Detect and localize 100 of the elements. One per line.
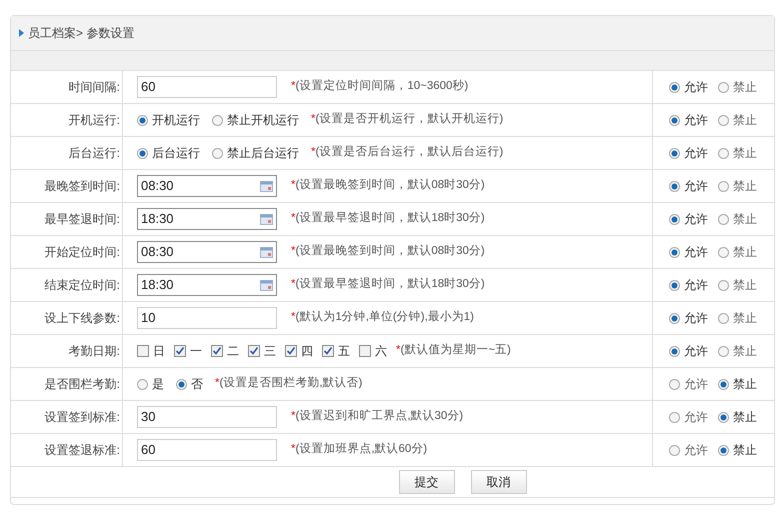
- calendar-icon[interactable]: [260, 214, 273, 224]
- field-label: 开始定位时间:: [44, 244, 120, 261]
- radio-button[interactable]: [212, 114, 223, 126]
- field-label: 结束定位时间:: [44, 277, 120, 294]
- input-field[interactable]: 10: [137, 307, 277, 329]
- radio-button[interactable]: [669, 280, 680, 290]
- radio-button[interactable]: [669, 312, 680, 324]
- radio-button[interactable]: [137, 114, 148, 126]
- radio-button[interactable]: [718, 346, 729, 356]
- option-label: 允许: [684, 376, 708, 393]
- hint-text: *(设置迟到和旷工界点,默认30分): [291, 408, 464, 424]
- radio-button[interactable]: [718, 378, 729, 390]
- radio-button[interactable]: [137, 148, 148, 158]
- hint-text: *(设置是否围栏考勤,默认否): [215, 376, 362, 392]
- option-label: 禁止: [733, 310, 757, 327]
- radio-button[interactable]: [669, 412, 680, 422]
- option-label: 禁止: [733, 244, 757, 261]
- radio-button[interactable]: [212, 148, 223, 158]
- radio-button[interactable]: [669, 246, 680, 258]
- checkbox[interactable]: [248, 345, 260, 357]
- field-label: 后台运行:: [68, 145, 120, 162]
- option-label: 允许: [684, 112, 708, 129]
- radio-button[interactable]: [718, 82, 729, 92]
- option-label: 是: [152, 376, 164, 393]
- option-label: 六: [375, 343, 387, 360]
- radio-button[interactable]: [669, 444, 680, 456]
- checkbox[interactable]: [211, 345, 223, 357]
- option-label: 三: [264, 343, 276, 360]
- time-field[interactable]: 18:30: [137, 274, 277, 296]
- radio-button[interactable]: [718, 312, 729, 324]
- radio-button[interactable]: [718, 444, 729, 456]
- option-label: 禁止: [733, 211, 757, 228]
- checkbox[interactable]: [322, 345, 334, 357]
- radio-button[interactable]: [718, 148, 729, 158]
- hint-text: *(默认值为星期一~五): [396, 342, 511, 358]
- option-label: 允许: [684, 409, 708, 426]
- triangle-icon: [19, 29, 24, 37]
- radio-button[interactable]: [669, 180, 680, 192]
- option-label: 开机运行: [152, 112, 200, 129]
- radio-button[interactable]: [669, 378, 680, 390]
- radio-button[interactable]: [669, 214, 680, 224]
- field-label: 时间间隔:: [68, 79, 120, 96]
- option-label: 禁止: [733, 145, 757, 162]
- radio-button[interactable]: [669, 114, 680, 126]
- option-label: 允许: [684, 178, 708, 195]
- field-label: 最晚签到时间:: [44, 178, 120, 195]
- breadcrumb: 员工档案> 参数设置: [28, 25, 134, 42]
- hint-text: *(设置最晚签到时间，默认08时30分): [291, 244, 485, 260]
- time-field[interactable]: 08:30: [137, 175, 277, 197]
- hint-text: *(设置最晚签到时间，默认08时30分): [291, 178, 485, 194]
- option-label: 允许: [684, 277, 708, 294]
- hint-text: *(设置最早签退时间，默认18时30分): [291, 276, 485, 292]
- checkbox[interactable]: [359, 345, 371, 357]
- radio-button[interactable]: [669, 148, 680, 158]
- field-label: 最早签退时间:: [44, 211, 120, 228]
- radio-button[interactable]: [176, 378, 187, 390]
- hint-text: *(设置是否后台运行，默认后台运行): [311, 144, 504, 160]
- calendar-icon[interactable]: [260, 280, 273, 290]
- hint-text: *(默认为1分钟,单位(分钟),最小为1): [291, 310, 474, 326]
- option-label: 禁止开机运行: [227, 112, 299, 129]
- checkbox[interactable]: [137, 345, 149, 357]
- radio-button[interactable]: [669, 82, 680, 92]
- form-button[interactable]: 提交: [398, 470, 454, 494]
- checkbox[interactable]: [174, 345, 186, 357]
- hint-text: *(设置最早签退时间，默认18时30分): [291, 210, 485, 226]
- radio-button[interactable]: [718, 246, 729, 258]
- option-label: 一: [190, 343, 202, 360]
- field-label: 设上下线参数:: [44, 310, 120, 327]
- radio-button[interactable]: [718, 280, 729, 290]
- option-label: 二: [227, 343, 239, 360]
- input-field[interactable]: 60: [137, 439, 277, 461]
- hint-text: *(设置是否开机运行，默认开机运行): [311, 112, 504, 128]
- radio-button[interactable]: [718, 180, 729, 192]
- option-label: 允许: [684, 145, 708, 162]
- radio-button[interactable]: [669, 346, 680, 356]
- radio-button[interactable]: [718, 214, 729, 224]
- field-label: 设置签退标准:: [44, 442, 120, 459]
- field-label: 考勤日期:: [68, 343, 120, 360]
- radio-button[interactable]: [718, 412, 729, 422]
- option-label: 允许: [684, 211, 708, 228]
- calendar-icon[interactable]: [260, 246, 273, 258]
- field-label: 开机运行:: [68, 112, 120, 129]
- option-label: 禁止: [733, 442, 757, 459]
- option-label: 允许: [684, 343, 708, 360]
- calendar-icon[interactable]: [260, 180, 273, 192]
- input-field[interactable]: 30: [137, 406, 277, 428]
- checkbox[interactable]: [285, 345, 297, 357]
- option-label: 日: [153, 343, 165, 360]
- option-label: 允许: [684, 79, 708, 96]
- option-label: 禁止: [733, 112, 757, 129]
- option-label: 后台运行: [152, 145, 200, 162]
- time-field[interactable]: 18:30: [137, 208, 277, 230]
- time-field[interactable]: 08:30: [137, 241, 277, 263]
- radio-button[interactable]: [137, 378, 148, 390]
- radio-button[interactable]: [718, 114, 729, 126]
- form-button[interactable]: 取消: [470, 470, 526, 494]
- input-field[interactable]: 60: [137, 76, 277, 98]
- option-label: 五: [338, 343, 350, 360]
- option-label: 禁止: [733, 343, 757, 360]
- option-label: 四: [301, 343, 313, 360]
